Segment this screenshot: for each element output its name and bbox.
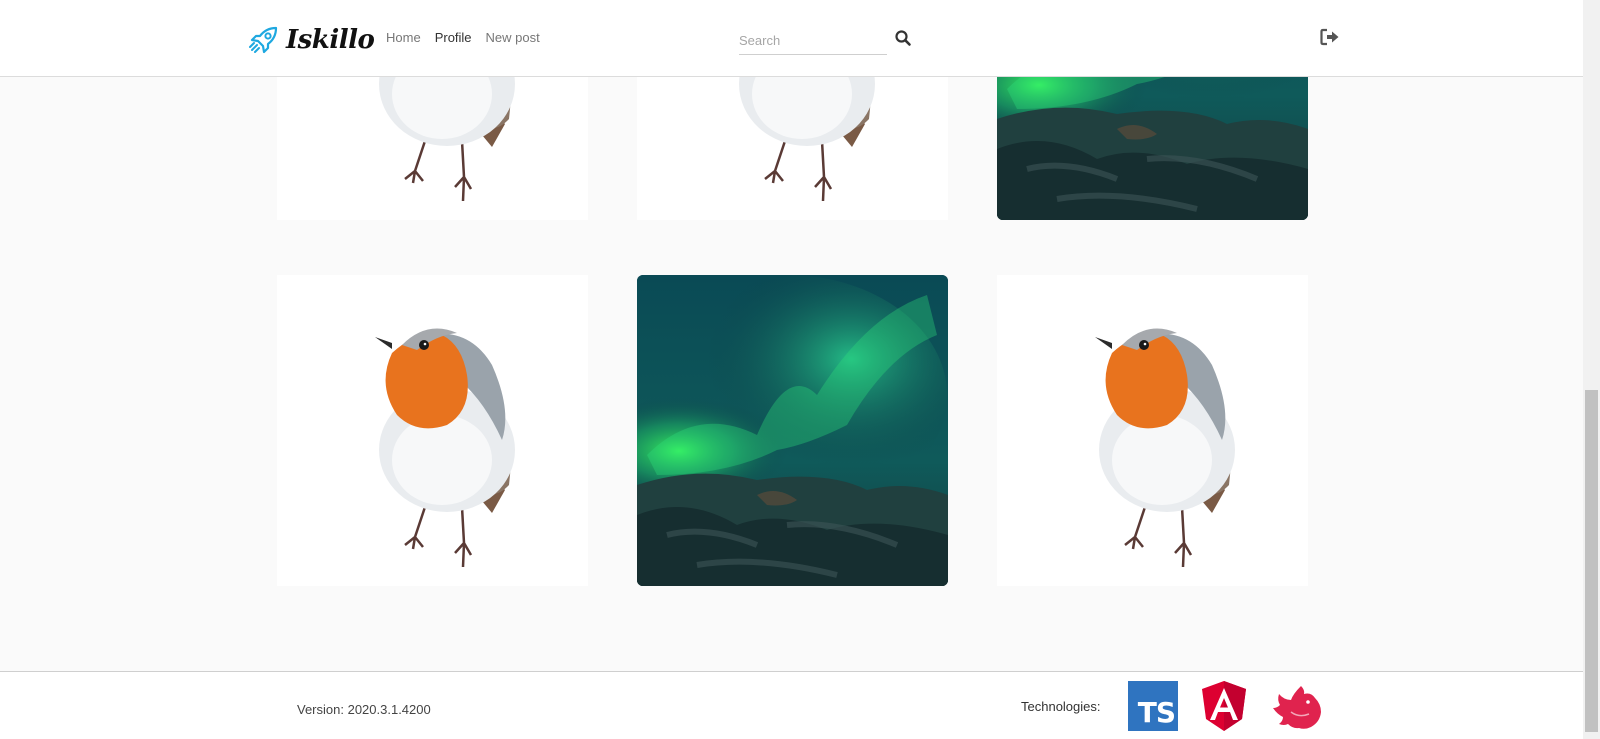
search-icon[interactable] (894, 29, 912, 47)
nav-home[interactable]: Home (386, 30, 421, 45)
aurora-image (637, 275, 948, 586)
scrollbar-thumb[interactable] (1585, 390, 1598, 732)
nav-profile[interactable]: Profile (435, 30, 472, 45)
post-card[interactable] (997, 275, 1308, 586)
brand-name: Iskillo (286, 25, 375, 55)
technologies-label: Technologies: (1021, 699, 1101, 714)
version-text: Version: 2020.3.1.4200 (297, 702, 431, 717)
angular-logo[interactable] (1201, 680, 1247, 732)
rocket-icon (249, 26, 278, 54)
top-navbar: Iskillo Home Profile New post (0, 0, 1583, 77)
brand-logo[interactable]: Iskillo (248, 22, 375, 58)
search-field (739, 28, 887, 55)
typescript-logo[interactable]: TS (1128, 681, 1178, 731)
post-card[interactable] (637, 275, 948, 586)
page-scrollbar[interactable] (1583, 0, 1600, 739)
robin-image (373, 327, 517, 569)
main-nav: Home Profile New post (386, 30, 540, 45)
nav-new-post[interactable]: New post (486, 30, 540, 45)
post-card[interactable] (277, 275, 588, 586)
search-input[interactable] (739, 28, 879, 52)
footer: Version: 2020.3.1.4200 Technologies: TS (0, 671, 1583, 739)
sign-out-icon[interactable] (1320, 28, 1340, 46)
robin-image (1093, 327, 1237, 569)
nestjs-logo[interactable] (1271, 684, 1323, 730)
